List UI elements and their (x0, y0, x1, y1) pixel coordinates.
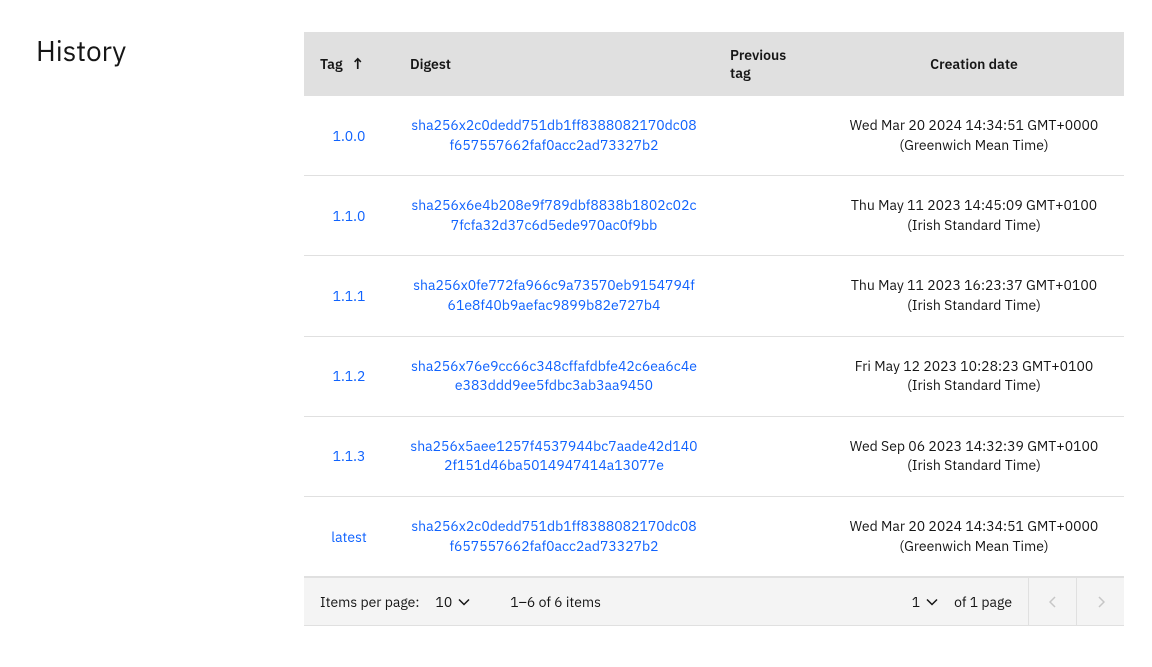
section-title: History (24, 32, 304, 635)
bottom-strip (304, 625, 1124, 635)
caret-right-icon (1097, 596, 1105, 608)
table-row: 1.1.3 sha256x5aee1257f4537944bc7aade42d14… (304, 416, 1124, 496)
tag-link[interactable]: 1.1.3 (333, 447, 366, 465)
creation-date-cell: Wed Mar 20 2024 14:34:51 GMT+0000 (Green… (824, 496, 1124, 576)
tag-link[interactable]: 1.1.0 (333, 207, 366, 225)
column-header-creation-date[interactable]: Creation date (824, 32, 1124, 96)
pagination-bar: Items per page: 10 1–6 of 6 items 1 of 1… (304, 577, 1124, 625)
digest-link[interactable]: sha256x6e4b208e9f789dbf8838b1802c02c7fcf… (410, 196, 698, 235)
digest-cell: sha256x0fe772fa966c9a73570eb9154794f61e8… (394, 256, 714, 336)
previous-tag-cell (714, 336, 824, 416)
sort-ascending-icon: ↑ (351, 56, 365, 72)
digest-cell: sha256x2c0dedd751db1ff8388082170dc08f657… (394, 496, 714, 576)
column-header-tag-label: Tag (320, 55, 343, 73)
items-per-page-label: Items per page: (320, 593, 419, 611)
creation-date-cell: Wed Sep 06 2023 14:32:39 GMT+0100 (Irish… (824, 416, 1124, 496)
previous-tag-cell (714, 416, 824, 496)
table-row: 1.0.0 sha256x2c0dedd751db1ff8388082170dc0… (304, 96, 1124, 176)
tag-cell: 1.1.3 (304, 416, 394, 496)
digest-cell: sha256x5aee1257f4537944bc7aade42d1402f15… (394, 416, 714, 496)
table-row: latest sha256x2c0dedd751db1ff8388082170dc… (304, 496, 1124, 576)
table-row: 1.1.2 sha256x76e9cc66c348cffafdbfe42c6ea6… (304, 336, 1124, 416)
page-size-selector[interactable]: 10 (435, 593, 470, 611)
pagination-range: 1–6 of 6 items (510, 593, 601, 611)
tag-cell: 1.1.1 (304, 256, 394, 336)
previous-tag-cell (714, 256, 824, 336)
column-header-previous-tag-label: Previous tag (730, 46, 786, 82)
of-pages-text: of 1 page (954, 593, 1012, 611)
previous-tag-cell (714, 496, 824, 576)
digest-cell: sha256x2c0dedd751db1ff8388082170dc08f657… (394, 96, 714, 176)
table-row: 1.1.0 sha256x6e4b208e9f789dbf8838b1802c02… (304, 176, 1124, 256)
creation-date-cell: Wed Mar 20 2024 14:34:51 GMT+0000 (Green… (824, 96, 1124, 176)
digest-link[interactable]: sha256x2c0dedd751db1ff8388082170dc08f657… (410, 517, 698, 556)
column-header-digest[interactable]: Digest (394, 32, 714, 96)
previous-page-button[interactable] (1028, 578, 1076, 626)
column-header-previous-tag[interactable]: Previous tag (714, 32, 824, 96)
creation-date-cell: Fri May 12 2023 10:28:23 GMT+0100 (Irish… (824, 336, 1124, 416)
tag-cell: latest (304, 496, 394, 576)
creation-date-cell: Thu May 11 2023 14:45:09 GMT+0100 (Irish… (824, 176, 1124, 256)
previous-tag-cell (714, 96, 824, 176)
history-table-wrapper: Tag ↑ Digest Previous tag Creation date (304, 32, 1124, 635)
tag-cell: 1.1.0 (304, 176, 394, 256)
tag-cell: 1.1.2 (304, 336, 394, 416)
digest-link[interactable]: sha256x76e9cc66c348cffafdbfe42c6ea6c4ee3… (410, 357, 698, 396)
page-number-value: 1 (912, 593, 920, 611)
tag-link[interactable]: 1.1.2 (333, 367, 366, 385)
tag-link[interactable]: 1.0.0 (333, 127, 366, 145)
column-header-tag[interactable]: Tag ↑ (304, 32, 394, 96)
tag-link[interactable]: 1.1.1 (333, 287, 366, 305)
table-row: 1.1.1 sha256x0fe772fa966c9a73570eb9154794… (304, 256, 1124, 336)
digest-link[interactable]: sha256x0fe772fa966c9a73570eb9154794f61e8… (410, 276, 698, 315)
chevron-down-icon (458, 598, 470, 606)
creation-date-cell: Thu May 11 2023 16:23:37 GMT+0100 (Irish… (824, 256, 1124, 336)
digest-cell: sha256x76e9cc66c348cffafdbfe42c6ea6c4ee3… (394, 336, 714, 416)
next-page-button[interactable] (1076, 578, 1124, 626)
page-number-selector[interactable]: 1 (912, 593, 938, 611)
caret-left-icon (1049, 596, 1057, 608)
page-size-value: 10 (435, 593, 452, 611)
tag-cell: 1.0.0 (304, 96, 394, 176)
tag-link[interactable]: latest (331, 528, 366, 546)
digest-cell: sha256x6e4b208e9f789dbf8838b1802c02c7fcf… (394, 176, 714, 256)
chevron-down-icon (926, 598, 938, 606)
column-header-creation-date-label: Creation date (930, 55, 1018, 73)
digest-link[interactable]: sha256x5aee1257f4537944bc7aade42d1402f15… (410, 437, 698, 476)
digest-link[interactable]: sha256x2c0dedd751db1ff8388082170dc08f657… (410, 116, 698, 155)
previous-tag-cell (714, 176, 824, 256)
column-header-digest-label: Digest (410, 55, 451, 73)
history-table: Tag ↑ Digest Previous tag Creation date (304, 32, 1124, 577)
